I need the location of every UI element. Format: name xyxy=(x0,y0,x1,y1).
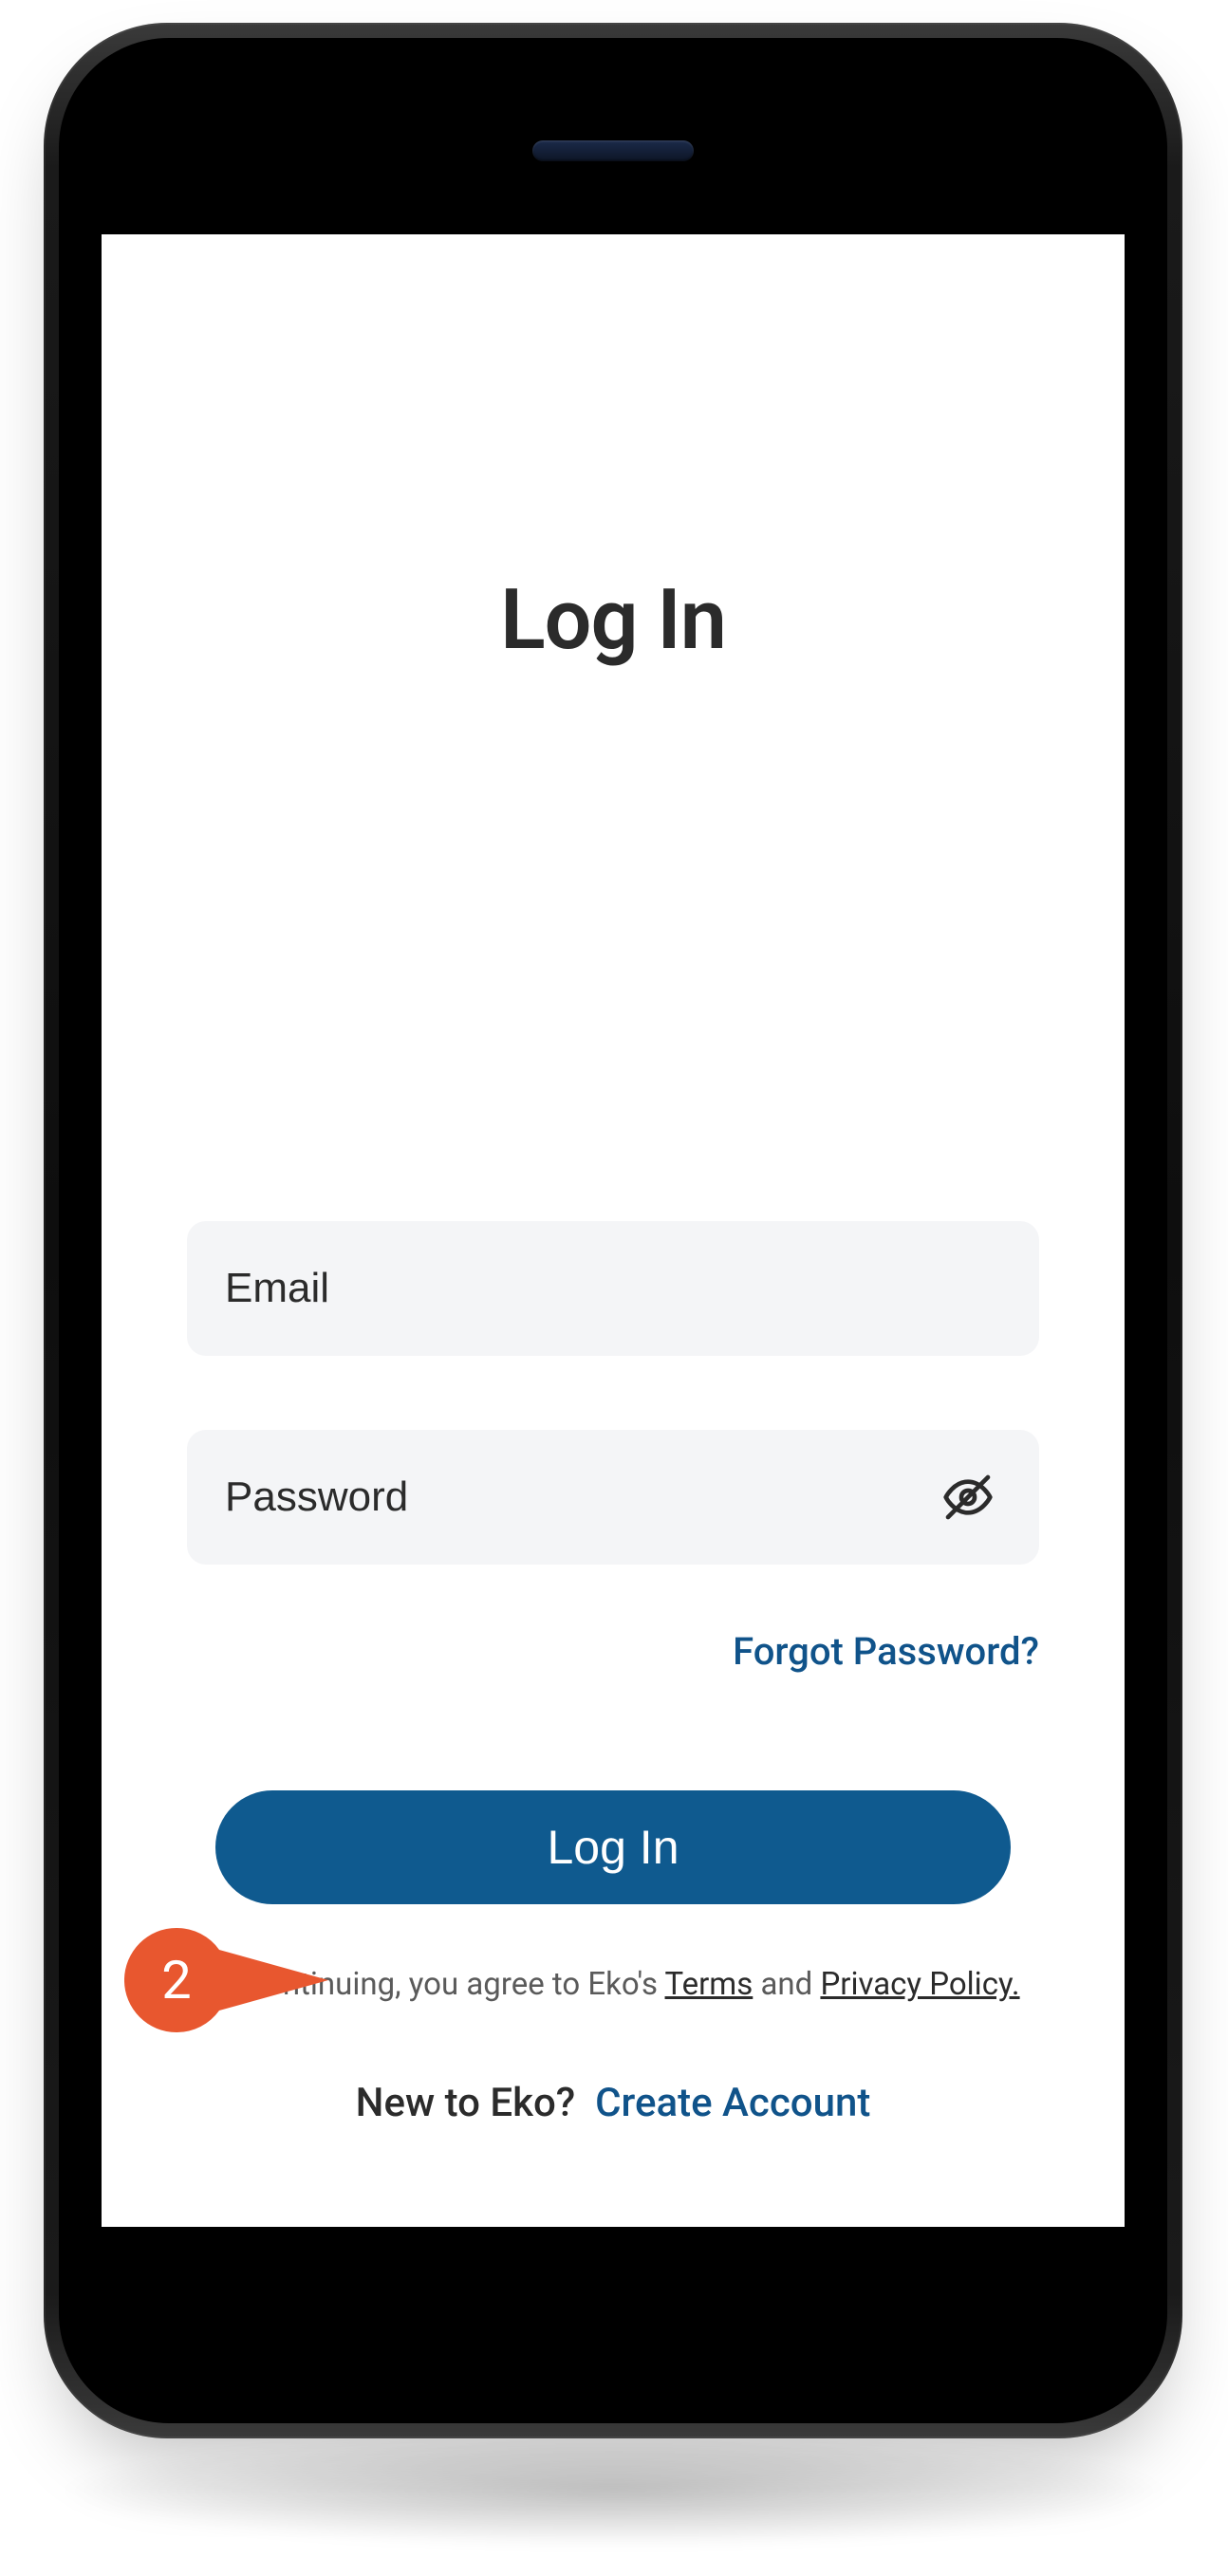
email-field-wrapper[interactable] xyxy=(187,1221,1039,1356)
consent-text: By continuing, you agree to Eko's Terms … xyxy=(187,1966,1039,2003)
page-title: Log In xyxy=(102,571,1125,669)
phone-bezel: Log In For xyxy=(59,38,1167,2423)
login-screen: Log In For xyxy=(102,234,1125,2227)
eye-off-icon xyxy=(941,1471,995,1524)
consent-prefix: By continuing, you agree to Eko's xyxy=(206,1966,664,2003)
login-button[interactable]: Log In xyxy=(215,1790,1011,1904)
password-field[interactable] xyxy=(225,1473,935,1521)
terms-link[interactable]: Terms xyxy=(665,1966,754,2003)
forgot-password-link[interactable]: Forgot Password? xyxy=(733,1629,1039,1674)
toggle-password-visibility-button[interactable] xyxy=(935,1464,1001,1530)
privacy-link[interactable]: Privacy Policy. xyxy=(820,1966,1019,2003)
consent-mid: and xyxy=(753,1966,820,2003)
phone-shadow xyxy=(54,2434,1174,2548)
create-account-link[interactable]: Create Account xyxy=(595,2080,870,2126)
phone-frame: Log In For xyxy=(44,23,1182,2438)
signup-prompt: New to Eko? Create Account xyxy=(102,2080,1125,2126)
email-field[interactable] xyxy=(225,1265,1001,1312)
signup-prompt-text: New to Eko? xyxy=(356,2080,576,2126)
password-field-wrapper[interactable] xyxy=(187,1430,1039,1565)
phone-screen: Log In For xyxy=(102,234,1125,2227)
phone-speaker xyxy=(532,140,694,161)
